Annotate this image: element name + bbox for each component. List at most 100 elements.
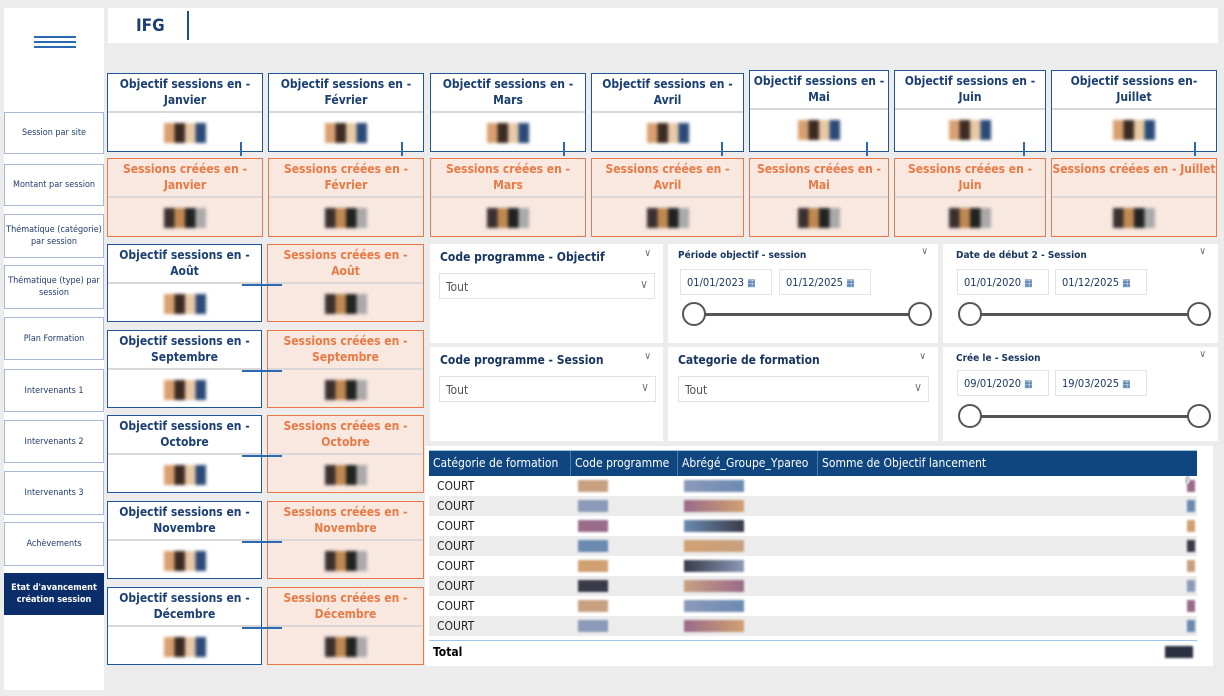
sessions-creees-card: Sessions créées en - Novembre <box>267 501 424 579</box>
chevron-down-icon[interactable]: ∨ <box>1199 246 1206 257</box>
slicer-periode-objectif: Période objectif - session ∨ 01/01/2023 ▦… <box>668 244 938 343</box>
card-title: Sessions créées en - Août <box>268 245 423 284</box>
slider-track[interactable] <box>971 313 1199 316</box>
card-title: Objectif sessions en - Août <box>108 245 261 284</box>
calendar-icon[interactable]: ▦ <box>1024 379 1033 390</box>
calendar-icon[interactable]: ▦ <box>1122 379 1131 390</box>
slider-end-handle[interactable] <box>1187 404 1211 428</box>
slider-track[interactable] <box>694 313 920 316</box>
slider-start-handle[interactable] <box>958 302 982 326</box>
scrollbar[interactable] <box>1185 476 1190 484</box>
cell-code-programme <box>578 540 608 552</box>
sidebar-item[interactable]: Session par site <box>4 112 104 154</box>
chevron-down-icon[interactable]: ∨ <box>644 351 651 362</box>
objectif-card: Objectif sessions en - Mars <box>430 73 586 152</box>
sidebar-item-label: Plan Formation <box>23 333 85 344</box>
card-value <box>646 123 689 143</box>
slicer-cree-le: Crée le - Session ∨ 09/01/2020 ▦ 19/03/20… <box>943 347 1218 441</box>
calendar-icon[interactable]: ▦ <box>747 278 756 289</box>
calendar-icon[interactable]: ▦ <box>1122 278 1131 289</box>
sidebar-item[interactable]: Montant par session <box>4 164 104 206</box>
sidebar-item[interactable]: Achèvements <box>4 522 104 566</box>
hamburger-menu-icon[interactable] <box>34 36 76 50</box>
chevron-down-icon[interactable]: ∨ <box>919 351 926 362</box>
end-date: 01/12/2025 <box>1062 276 1120 289</box>
slicer-title: Code programme - Objectif <box>440 250 605 264</box>
slider-end-handle[interactable] <box>1187 302 1211 326</box>
table-row[interactable]: COURT <box>429 516 1197 536</box>
table-row[interactable]: COURT <box>429 596 1197 616</box>
code-programme-objectif-dropdown[interactable]: Tout ∨ <box>439 273 655 299</box>
table-row[interactable]: COURT <box>429 476 1197 496</box>
chevron-down-icon: ∨ <box>641 380 649 394</box>
column-header[interactable]: Code programme <box>571 451 678 476</box>
cell-groupe <box>684 500 744 512</box>
sidebar-item[interactable]: Intervenants 2 <box>4 420 104 463</box>
slider-start-handle[interactable] <box>682 302 706 326</box>
code-programme-session-dropdown[interactable]: Tout ∨ <box>439 376 656 402</box>
slider-track[interactable] <box>971 415 1199 418</box>
objectif-card: Objectif sessions en - Décembre <box>107 587 262 665</box>
start-date: 09/01/2020 <box>964 377 1022 390</box>
chevron-down-icon[interactable]: ∨ <box>1199 349 1206 360</box>
cell-groupe <box>684 620 744 632</box>
table-row[interactable]: COURT <box>429 496 1197 516</box>
table-row[interactable]: COURT <box>429 536 1197 556</box>
chevron-down-icon[interactable]: ∨ <box>644 248 651 259</box>
sidebar-item[interactable]: Intervenants 3 <box>4 471 104 515</box>
table-row[interactable]: COURT <box>429 556 1197 576</box>
end-date-input[interactable]: 19/03/2025 ▦ <box>1055 370 1147 396</box>
end-date-input[interactable]: 01/12/2025 ▦ <box>1055 269 1147 295</box>
total-divider <box>429 640 1197 641</box>
slicer-title: Période objectif - session <box>678 250 807 261</box>
table-header: Catégorie de formation Code programme Ab… <box>429 450 1197 476</box>
cell-code-programme <box>578 500 608 512</box>
cell-categorie: COURT <box>437 599 475 613</box>
cell-code-programme <box>578 580 608 592</box>
sidebar-item[interactable]: Intervenants 1 <box>4 369 104 412</box>
slicer-title: Date de début 2 - Session <box>956 250 1087 261</box>
card-title: Sessions créées en - Novembre <box>268 502 423 541</box>
cell-categorie: COURT <box>437 499 475 513</box>
total-label: Total <box>433 645 463 659</box>
column-header[interactable]: Abrégé_Groupe_Ypareo <box>678 451 818 476</box>
slider-start-handle[interactable] <box>958 404 982 428</box>
connector-line <box>242 370 282 372</box>
title-divider <box>187 11 189 40</box>
categorie-formation-dropdown[interactable]: Tout ∨ <box>678 376 929 402</box>
slider-end-handle[interactable] <box>908 302 932 326</box>
cell-code-programme <box>578 480 608 492</box>
card-value <box>324 637 367 657</box>
cell-categorie: COURT <box>437 479 475 493</box>
end-date-input[interactable]: 01/12/2025 ▦ <box>779 269 871 295</box>
card-title: Sessions créées en - Mai <box>750 159 888 198</box>
chevron-down-icon[interactable]: ∨ <box>921 246 928 257</box>
card-title: Sessions créées en - Juillet <box>1052 159 1216 198</box>
start-date-input[interactable]: 01/01/2023 ▦ <box>680 269 772 295</box>
connector-line <box>1194 142 1196 156</box>
start-date-input[interactable]: 09/01/2020 ▦ <box>957 370 1049 396</box>
card-value <box>1113 208 1155 228</box>
objectif-card: Objectif sessions en - Septembre <box>107 330 262 408</box>
start-date: 01/01/2023 <box>687 276 745 289</box>
calendar-icon[interactable]: ▦ <box>846 278 855 289</box>
cell-categorie: COURT <box>437 619 475 633</box>
table-row[interactable]: COURT <box>429 616 1197 636</box>
calendar-icon[interactable]: ▦ <box>1024 278 1033 289</box>
column-header[interactable]: Somme de Objectif lancement <box>818 451 990 476</box>
connector-line <box>563 142 565 156</box>
sessions-creees-card: Sessions créées en - Décembre <box>267 587 424 665</box>
card-value <box>163 380 206 400</box>
sidebar-item[interactable]: Etat d'avancement création session <box>4 573 104 615</box>
sidebar-item[interactable]: Thématique (type) par session <box>4 265 104 309</box>
sidebar-item[interactable]: Thématique (catégorie) par session <box>4 214 104 258</box>
cell-code-programme <box>578 560 608 572</box>
card-value <box>1113 120 1155 140</box>
column-header[interactable]: Catégorie de formation <box>429 451 571 476</box>
connector-line <box>721 142 723 156</box>
table-row[interactable]: COURT <box>429 576 1197 596</box>
sessions-creees-card: Sessions créées en - Février <box>268 158 424 237</box>
sidebar-item[interactable]: Plan Formation <box>4 317 104 360</box>
start-date-input[interactable]: 01/01/2020 ▦ <box>957 269 1049 295</box>
sessions-creees-card: Sessions créées en - Octobre <box>267 415 424 493</box>
